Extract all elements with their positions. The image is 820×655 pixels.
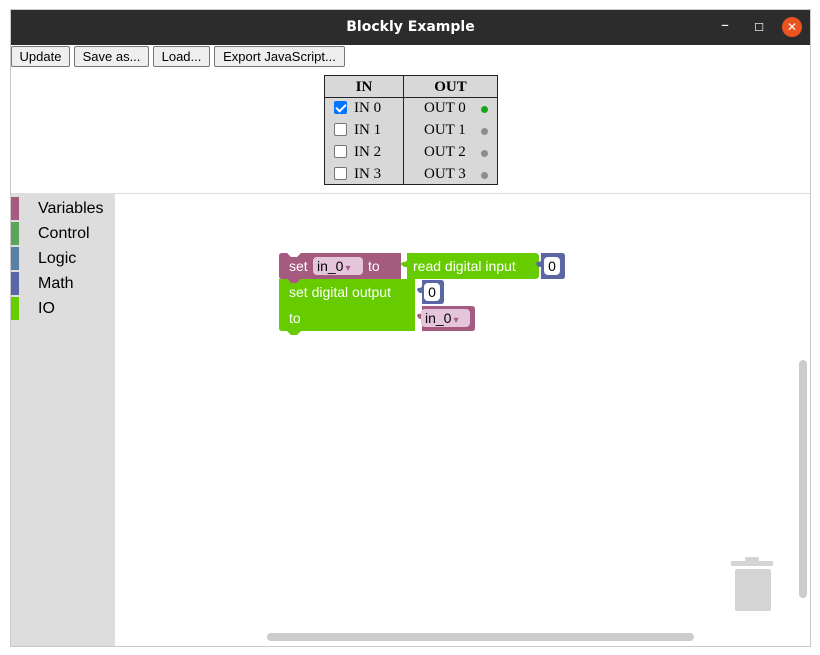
category-label: Math: [38, 275, 74, 292]
out-2-led-icon: [481, 150, 488, 157]
input-number-block[interactable]: 0: [535, 253, 565, 279]
title-bar: Blockly Example – ☐ ✕: [11, 10, 810, 45]
get-variable-block[interactable]: in_0 ▾: [416, 306, 475, 331]
update-button[interactable]: Update: [11, 46, 70, 67]
toolbox-category-logic[interactable]: Logic: [11, 247, 115, 270]
category-label: Variables: [38, 200, 104, 217]
read-digital-input-label: read digital input: [413, 258, 516, 274]
input-number-field[interactable]: 0: [544, 257, 560, 275]
vertical-scrollbar[interactable]: [799, 360, 807, 598]
out-1-label: OUT 1: [424, 122, 466, 138]
category-color-swatch: [11, 297, 19, 320]
get-variable-dropdown[interactable]: in_0 ▾: [421, 309, 470, 327]
out-3-label: OUT 3: [424, 166, 466, 182]
category-label: IO: [38, 300, 55, 317]
load-button[interactable]: Load...: [153, 46, 210, 67]
trash-can-icon[interactable]: [731, 557, 773, 611]
set-label: set: [289, 258, 308, 274]
output-number-field[interactable]: 0: [424, 283, 440, 301]
category-label: Logic: [38, 250, 77, 267]
output-to-label: to: [289, 310, 301, 326]
in-0-label: IN 0: [354, 100, 382, 116]
category-color-swatch: [11, 197, 19, 220]
horizontal-scrollbar[interactable]: [267, 633, 694, 641]
in-2-label: IN 2: [354, 144, 382, 160]
out-0-label: OUT 0: [424, 100, 466, 116]
toolbox-category-variables[interactable]: Variables: [11, 197, 115, 220]
toolbox-category-io[interactable]: IO: [11, 297, 115, 320]
io-header-divider: [325, 97, 497, 98]
out-2-label: OUT 2: [424, 144, 466, 160]
io-table: IN OUT IN 0 IN 1 IN 2 IN 3 OUT 0 OUT 1 O…: [324, 75, 498, 185]
in-3-label: IN 3: [354, 166, 382, 182]
read-digital-input-block[interactable]: read digital input: [399, 253, 539, 279]
set-variable-block[interactable]: set in_0 ▾ to: [279, 253, 401, 283]
dropdown-arrow-icon: ▾: [453, 315, 459, 326]
in-1-label: IN 1: [354, 122, 382, 138]
category-color-swatch: [11, 222, 19, 245]
toolbox-category-math[interactable]: Math: [11, 272, 115, 295]
out-0-led-icon: [481, 106, 488, 113]
out-header: OUT: [434, 79, 467, 95]
variable-name: in_0: [317, 258, 344, 274]
in-3-checkbox[interactable]: [334, 167, 347, 180]
dropdown-arrow-icon: ▾: [345, 263, 351, 274]
toolbox-category-control[interactable]: Control: [11, 222, 115, 245]
get-variable-name: in_0: [425, 310, 452, 326]
in-0-checkbox[interactable]: [334, 101, 347, 114]
in-1-checkbox[interactable]: [334, 123, 347, 136]
maximize-icon[interactable]: ☐: [745, 10, 773, 45]
blockly-toolbox: Variables Control Logic Math IO: [11, 194, 115, 646]
category-color-swatch: [11, 247, 19, 270]
category-label: Control: [38, 225, 90, 242]
blockly-workspace[interactable]: set in_0 ▾ to read digital input 0 set di…: [115, 194, 810, 646]
window-title: Blockly Example: [346, 19, 475, 35]
to-label: to: [368, 258, 380, 274]
toolbar: Update Save as... Load... Export JavaScr…: [11, 45, 810, 69]
close-icon[interactable]: ✕: [782, 17, 802, 37]
set-digital-output-block[interactable]: set digital output to: [279, 279, 415, 335]
export-javascript-button[interactable]: Export JavaScript...: [214, 46, 345, 67]
category-color-swatch: [11, 272, 19, 295]
in-2-checkbox[interactable]: [334, 145, 347, 158]
minimize-icon[interactable]: –: [711, 10, 739, 45]
out-3-led-icon: [481, 172, 488, 179]
variable-dropdown[interactable]: in_0 ▾: [313, 257, 363, 275]
save-as-button[interactable]: Save as...: [74, 46, 149, 67]
out-1-led-icon: [481, 128, 488, 135]
in-header: IN: [355, 79, 373, 95]
app-window: Blockly Example – ☐ ✕ Update Save as... …: [10, 9, 811, 647]
set-digital-output-label: set digital output: [289, 284, 391, 300]
output-number-block[interactable]: 0: [416, 280, 444, 304]
trash-can-graphic: [731, 557, 773, 611]
